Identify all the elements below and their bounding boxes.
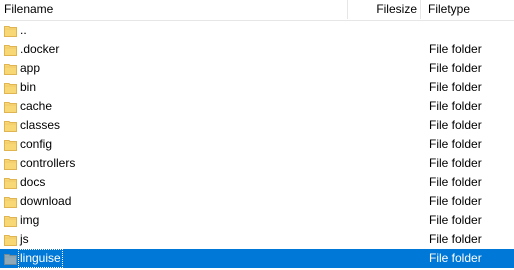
file-type: File folder: [429, 251, 482, 265]
file-list-row[interactable]: classes File folder: [0, 116, 514, 135]
file-name: js: [20, 232, 29, 246]
file-name: linguise: [18, 249, 63, 268]
sort-indicator-icon: ⌃: [173, 0, 179, 5]
file-name: classes: [20, 118, 61, 132]
folder-icon: [4, 81, 17, 94]
file-list-row[interactable]: linguise File folder: [0, 249, 514, 268]
file-type: File folder: [429, 99, 482, 113]
file-name: download: [20, 194, 72, 208]
file-type: File folder: [429, 194, 482, 208]
file-type: File folder: [429, 42, 482, 56]
file-type: File folder: [429, 118, 482, 132]
file-name: app: [20, 61, 41, 75]
file-list-row[interactable]: bin File folder: [0, 78, 514, 97]
file-name: .docker: [20, 42, 60, 56]
file-list-row[interactable]: download File folder: [0, 192, 514, 211]
folder-icon: [4, 214, 17, 227]
file-list-row[interactable]: .docker File folder: [0, 40, 514, 59]
file-name: ..: [20, 23, 27, 37]
file-type: File folder: [429, 61, 482, 75]
file-list-row[interactable]: docs File folder: [0, 173, 514, 192]
file-name: cache: [20, 99, 53, 113]
file-list-header: Filename ⌃ Filesize Filetype: [0, 0, 514, 21]
file-list-row[interactable]: cache File folder: [0, 97, 514, 116]
file-type: File folder: [429, 156, 482, 170]
column-header-filesize[interactable]: Filesize: [347, 0, 420, 20]
column-header-filename-label: Filename: [4, 2, 54, 16]
column-header-filetype-label: Filetype: [428, 2, 471, 16]
file-name: bin: [20, 80, 37, 94]
file-list-row[interactable]: img File folder: [0, 211, 514, 230]
folder-icon: [4, 24, 17, 37]
file-name: config: [20, 137, 53, 151]
file-type: File folder: [429, 213, 482, 227]
folder-icon: [4, 157, 17, 170]
folder-icon: [4, 233, 17, 246]
folder-icon: [4, 119, 17, 132]
folder-icon: [4, 43, 17, 56]
folder-icon: [4, 138, 17, 151]
file-list-row[interactable]: config File folder: [0, 135, 514, 154]
file-name: img: [20, 213, 40, 227]
file-type: File folder: [429, 232, 482, 246]
column-header-filetype[interactable]: Filetype: [420, 0, 514, 20]
file-type: File folder: [429, 175, 482, 189]
file-name: controllers: [20, 156, 76, 170]
file-type: File folder: [429, 80, 482, 94]
folder-icon: [4, 100, 17, 113]
file-list-row[interactable]: js File folder: [0, 230, 514, 249]
file-list: .. .docker File folder app File folder bin Fil…: [0, 21, 514, 268]
file-list-row[interactable]: controllers File folder: [0, 154, 514, 173]
folder-icon: [4, 252, 17, 265]
column-header-filesize-label: Filesize: [376, 2, 417, 16]
file-name: docs: [20, 175, 46, 189]
folder-icon: [4, 62, 17, 75]
file-list-row[interactable]: ..: [0, 21, 514, 40]
file-list-row[interactable]: app File folder: [0, 59, 514, 78]
folder-icon: [4, 176, 17, 189]
file-type: File folder: [429, 137, 482, 151]
folder-icon: [4, 195, 17, 208]
